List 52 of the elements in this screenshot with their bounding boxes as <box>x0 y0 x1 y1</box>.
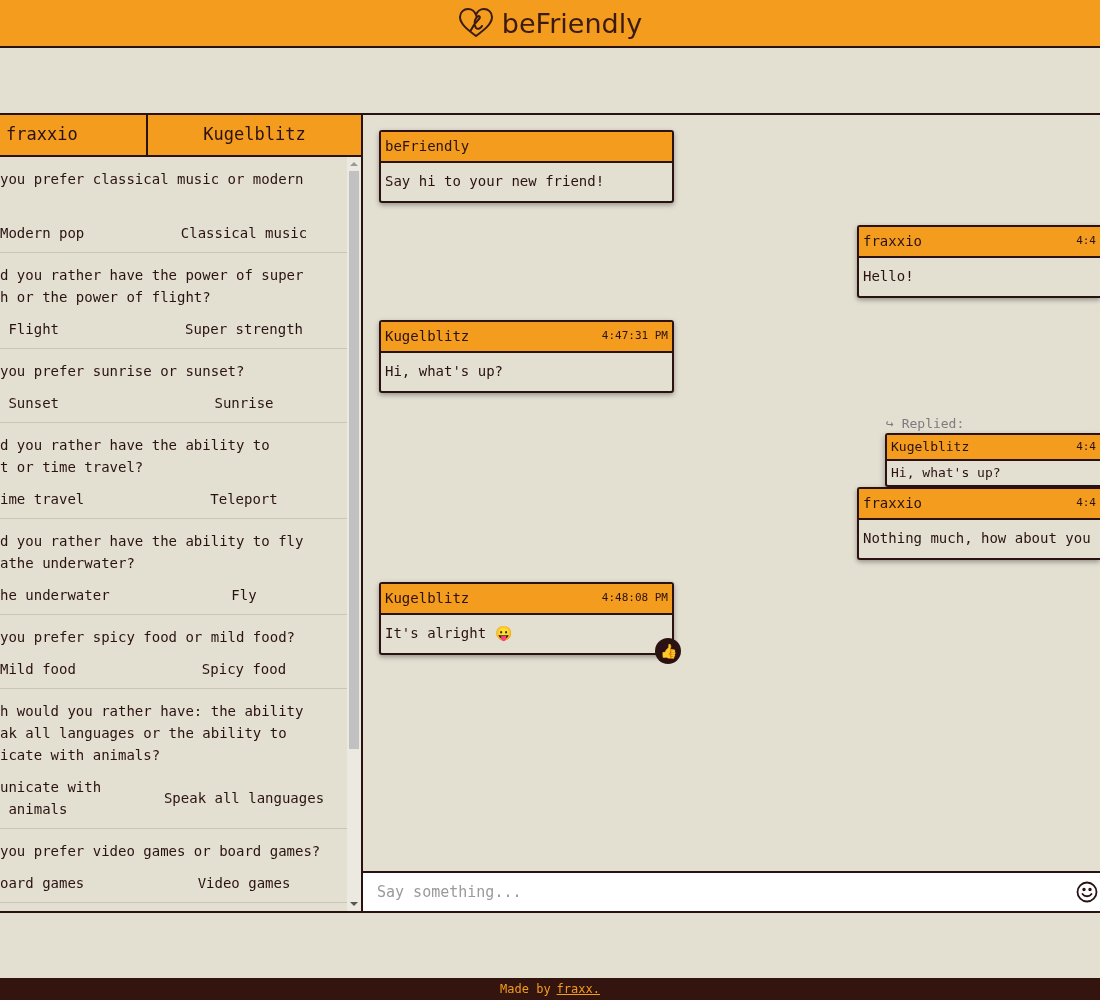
smiley-icon[interactable] <box>1076 881 1098 903</box>
answer-text: Video games <box>196 874 292 893</box>
sender-name: fraxxio <box>863 494 922 513</box>
message-time: 4:4 <box>1076 233 1096 250</box>
question-text: you prefer classical music or modern <box>0 170 305 189</box>
answer-text: he underwater <box>0 586 111 605</box>
sender-name: Kugelblitz <box>385 589 470 608</box>
sender-name: fraxxio <box>863 232 922 251</box>
heart-logo-icon <box>457 8 494 38</box>
question-text: d you rather have the ability to t or time travel? <box>0 436 271 477</box>
answer-text: Super strength <box>184 320 304 339</box>
app-title: beFriendly <box>501 9 643 37</box>
question-text: you prefer video games or board games? <box>0 842 322 861</box>
answer-text: oard games <box>0 874 86 893</box>
message-text: Say hi to your new friend! <box>384 172 606 191</box>
answer-text: Fly <box>230 586 258 605</box>
message-text: It's alright 😛 <box>384 624 513 643</box>
replied-label: ↪ Replied: <box>885 415 966 433</box>
player-name-header: Kugelblitz <box>202 123 307 147</box>
message-text: Hi, what's up? <box>890 464 1002 482</box>
answer-text: Flight <box>7 320 60 339</box>
sender-name: Kugelblitz <box>385 327 470 346</box>
message-time: 4:4 <box>1076 438 1096 455</box>
question-text: d you rather have the ability to fly athe underwater? <box>0 532 305 573</box>
question-text: d you rather have the power of super h or the power of flight? <box>0 266 305 307</box>
answer-text: Modern pop <box>0 224 86 243</box>
question-text: you prefer sunrise or sunset? <box>0 362 246 381</box>
footer-text: Made by <box>500 981 551 998</box>
answer-text: ime travel <box>0 490 86 509</box>
question-text: h would you rather have: the ability ak all languages or the ability to icate with animals? <box>0 702 305 765</box>
answer-text: Sunrise <box>213 394 275 413</box>
author-link[interactable]: fraxx. <box>556 980 600 998</box>
answer-text: Classical music <box>179 224 309 243</box>
reaction-badge[interactable]: 👍 <box>655 638 681 664</box>
answer-text: Mild food <box>0 660 77 679</box>
answer-text: unicate with animals <box>0 778 103 819</box>
message-text: Hello! <box>862 267 915 286</box>
answer-text: Speak all languages <box>162 789 326 808</box>
message-input-field[interactable]: Say something... <box>377 880 1076 904</box>
answer-text: Spicy food <box>200 660 288 679</box>
message-text: Hi, what's up? <box>384 362 504 381</box>
message-input[interactable]: Say something... <box>363 871 1100 911</box>
message-time: 4:47:31 PM <box>601 328 668 345</box>
answer-text: Teleport <box>209 490 279 509</box>
message-time: 4:4 <box>1076 495 1096 512</box>
question-text: you prefer spicy food or mild food? <box>0 628 296 647</box>
sender-name: Kugelblitz <box>891 438 970 457</box>
message-time: 4:48:08 PM <box>601 590 668 607</box>
message-text: Nothing much, how about you <box>862 529 1092 548</box>
player-name-header: fraxxio <box>0 115 148 155</box>
answer-text: Sunset <box>7 394 60 413</box>
sender-name: beFriendly <box>385 137 470 156</box>
